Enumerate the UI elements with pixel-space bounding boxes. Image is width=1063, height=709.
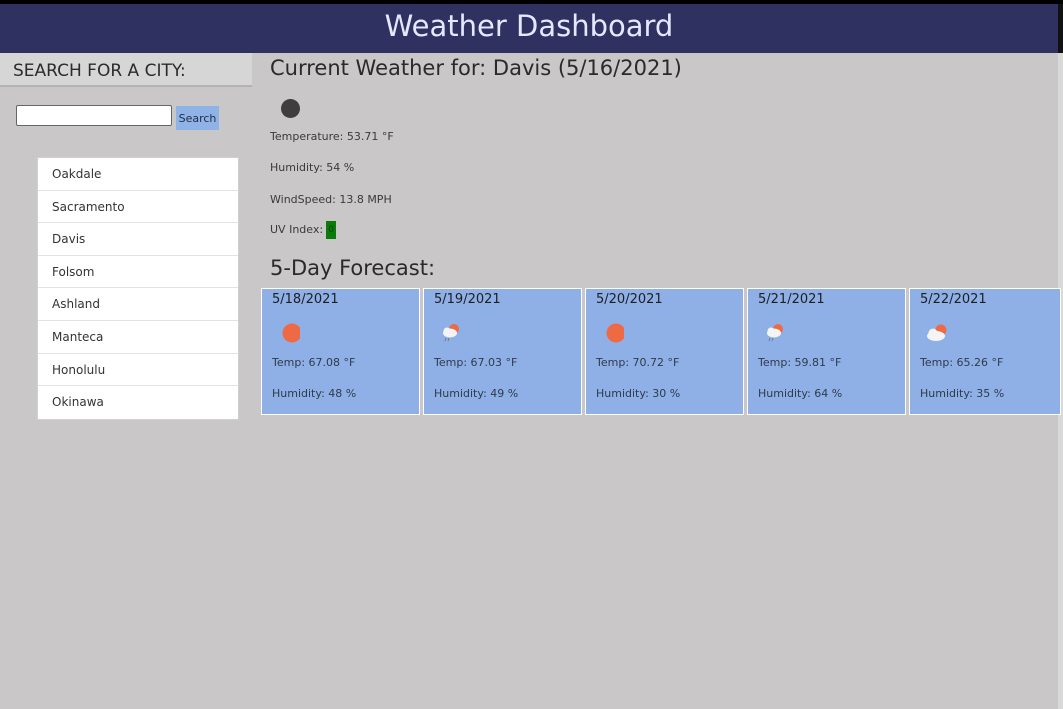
forecast-humidity: Humidity: 30 % <box>596 387 681 400</box>
forecast-date: 5/21/2021 <box>758 292 825 307</box>
sun-icon <box>282 323 300 343</box>
forecast-date: 5/19/2021 <box>434 292 501 307</box>
forecast-card: 5/22/2021 Temp: 65.26 °F Humidity: 35 % <box>909 288 1061 415</box>
forecast-humidity: Humidity: 48 % <box>272 387 357 400</box>
app-title: Weather Dashboard <box>384 9 674 43</box>
page-header: Weather Dashboard <box>0 4 1058 53</box>
forecast-temp: Temp: 67.08 °F <box>272 356 356 369</box>
city-history-item[interactable]: Manteca <box>38 321 238 354</box>
city-history-item[interactable]: Sacramento <box>38 191 238 224</box>
dark-circle-icon <box>281 99 300 118</box>
current-weather-title: Current Weather for: Davis (5/16/2021) <box>270 56 682 80</box>
forecast-date: 5/18/2021 <box>272 292 339 307</box>
current-temperature: Temperature: 53.71 °F <box>270 130 394 143</box>
city-history-item[interactable]: Ashland <box>38 288 238 321</box>
forecast-card: 5/19/2021 Temp: 67.03 °F Humidity: 49 % <box>423 288 582 415</box>
forecast-card: 5/21/2021 Temp: 59.81 °F Humidity: 64 % <box>747 288 906 415</box>
city-history-item[interactable]: Okinawa <box>38 386 238 419</box>
forecast-humidity: Humidity: 64 % <box>758 387 843 400</box>
city-history-item[interactable]: Folsom <box>38 256 238 289</box>
cloud-rain-sun-icon <box>767 324 783 342</box>
forecast-date: 5/20/2021 <box>596 292 663 307</box>
forecast-title: 5-Day Forecast: <box>270 256 436 280</box>
city-history-item[interactable]: Davis <box>38 223 238 256</box>
forecast-date: 5/22/2021 <box>920 292 987 307</box>
forecast-card: 5/18/2021 Temp: 67.08 °F Humidity: 48 % <box>261 288 420 415</box>
forecast-temp: Temp: 70.72 °F <box>596 356 680 369</box>
forecast-temp: Temp: 59.81 °F <box>758 356 842 369</box>
cloud-rain-sun-icon <box>443 324 459 342</box>
uv-index-badge: 0 <box>326 221 337 239</box>
uv-index-label: UV Index: <box>270 223 324 236</box>
cloud-sun-icon <box>927 324 947 341</box>
search-history-list: Oakdale Sacramento Davis Folsom Ashland … <box>37 157 239 420</box>
current-humidity: Humidity: 54 % <box>270 161 355 174</box>
forecast-humidity: Humidity: 35 % <box>920 387 1005 400</box>
city-history-item[interactable]: Honolulu <box>38 354 238 387</box>
current-uv-row: UV Index: 0 <box>270 221 337 239</box>
forecast-humidity: Humidity: 49 % <box>434 387 519 400</box>
current-wind-speed: WindSpeed: 13.8 MPH <box>270 193 392 206</box>
forecast-temp: Temp: 65.26 °F <box>920 356 1004 369</box>
forecast-card: 5/20/2021 Temp: 70.72 °F Humidity: 30 % <box>585 288 744 415</box>
forecast-temp: Temp: 67.03 °F <box>434 356 518 369</box>
sidebar-title: SEARCH FOR A CITY: <box>0 53 252 87</box>
city-history-item[interactable]: Oakdale <box>38 158 238 191</box>
sun-icon <box>606 323 624 343</box>
search-button[interactable]: Search <box>176 106 219 130</box>
forecast-row: 5/18/2021 Temp: 67.08 °F Humidity: 48 % … <box>261 288 1061 416</box>
city-search-input[interactable] <box>16 105 172 126</box>
